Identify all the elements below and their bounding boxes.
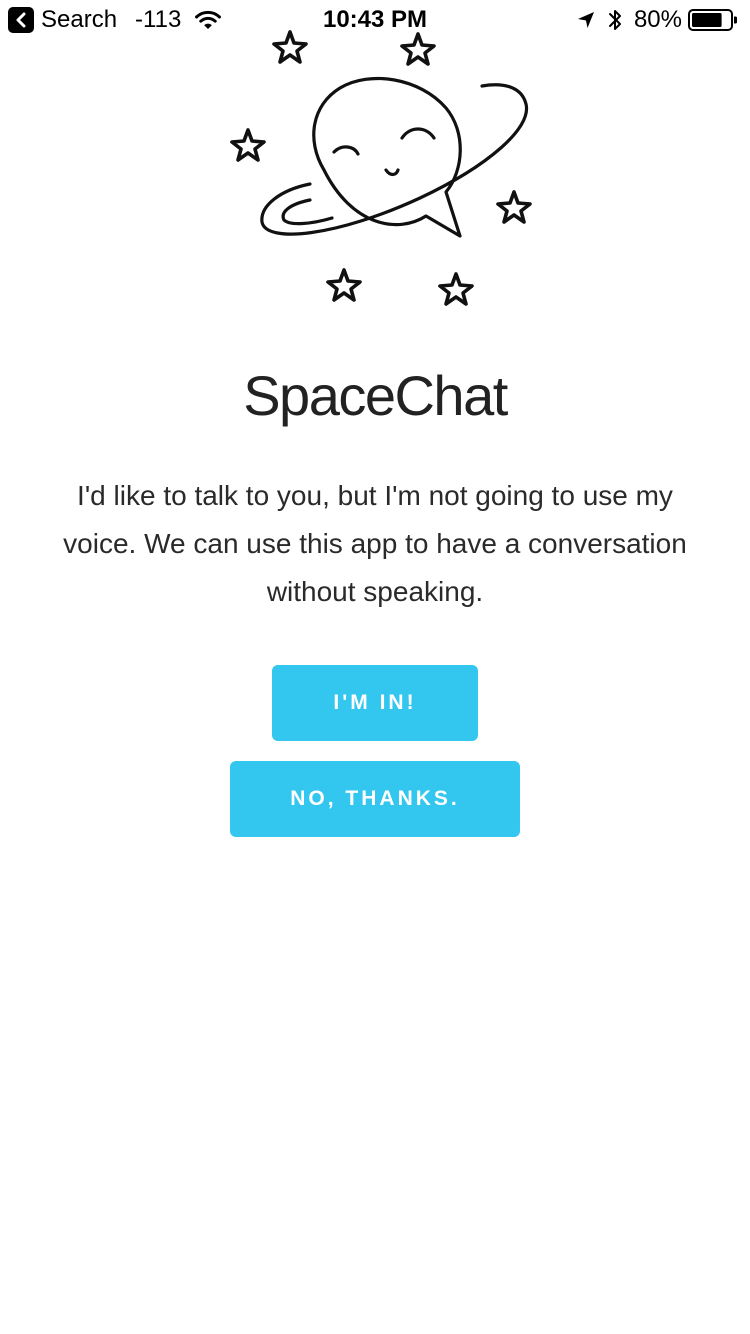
- accept-button[interactable]: I'M IN!: [272, 665, 478, 741]
- back-to-search-link[interactable]: Search: [41, 6, 117, 34]
- battery-icon: [688, 9, 738, 31]
- status-left: Search -113: [8, 6, 222, 34]
- intro-text: I'd like to talk to you, but I'm not goi…: [63, 480, 687, 607]
- battery-percent: 80%: [633, 6, 682, 33]
- signal-strength: -113: [135, 6, 182, 33]
- status-right: 80%: [576, 6, 738, 34]
- bluetooth-icon: [608, 8, 622, 32]
- location-arrow-icon: [576, 10, 596, 30]
- wifi-icon: [195, 10, 222, 30]
- back-chevron-icon[interactable]: [8, 7, 34, 33]
- app-title: SpaceChat: [243, 364, 508, 427]
- decline-button[interactable]: NO, THANKS.: [230, 761, 520, 837]
- spacechat-logo-illustration: [220, 20, 540, 320]
